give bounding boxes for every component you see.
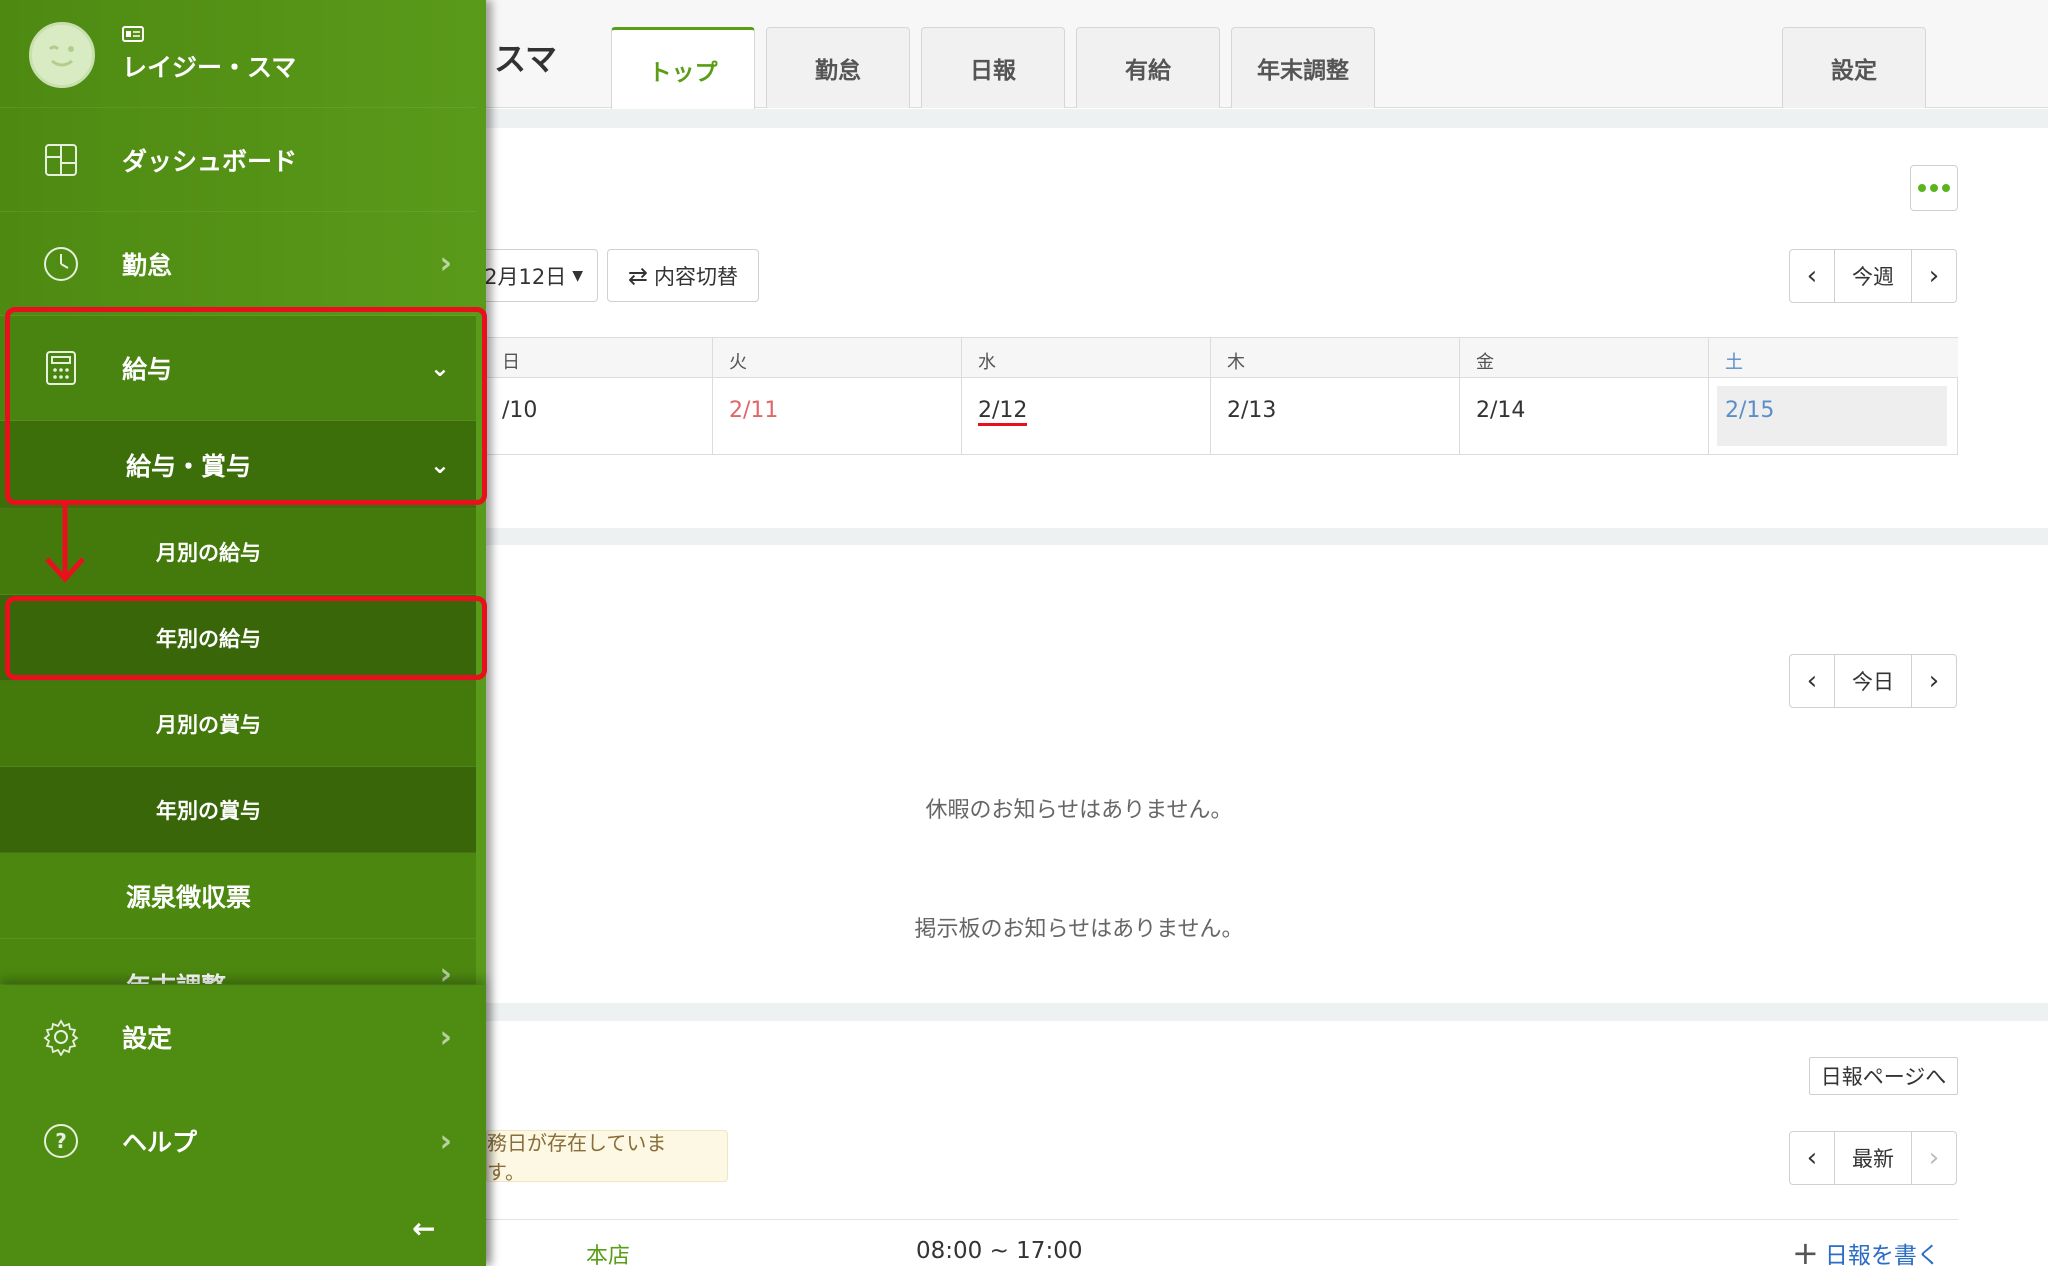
sidebar-item-label: 月別の給与 [156, 540, 261, 565]
svg-text:?: ? [55, 1129, 67, 1153]
weekday-header-saturday: 土 [1708, 338, 1958, 378]
plus-icon: + [1792, 1234, 1819, 1266]
no-leave-notice: 休暇のお知らせはありません。 [925, 798, 1233, 823]
daily-report-page-link[interactable]: 日報ページへ [1809, 1057, 1958, 1095]
collapse-sidebar-icon[interactable]: ← [412, 1212, 435, 1245]
saturday-date: 2/15 [1725, 398, 1775, 423]
this-week-button[interactable]: 今週 [1834, 250, 1912, 302]
sidebar-item-label: ヘルプ [122, 1128, 198, 1157]
swap-arrows-icon: ⇄ [627, 261, 649, 290]
avatar [29, 22, 95, 88]
sidebar-item-monthly-bonus[interactable]: 月別の賞与 [0, 681, 476, 767]
today-button[interactable]: 今日 [1834, 655, 1912, 707]
prev-report-button[interactable]: ‹ [1790, 1132, 1834, 1184]
latest-button[interactable]: 最新 [1834, 1132, 1912, 1184]
tab-year-end[interactable]: 年末調整 [1231, 27, 1375, 108]
today-date: 2/12 [978, 398, 1028, 426]
annotation-highlight-box [5, 307, 487, 505]
sidebar-item-label: 設定 [122, 1024, 173, 1053]
sidebar-item-withholding[interactable]: 源泉徴収票 [0, 853, 476, 939]
tab-paid-leave[interactable]: 有給 [1076, 27, 1220, 108]
calendar-day[interactable]: 2/13 [1210, 378, 1459, 455]
write-report-label: 日報を書く [1824, 1243, 1940, 1266]
day-pager: ‹ 今日 › [1789, 654, 1957, 708]
report-pager: ‹ 最新 › [1789, 1131, 1957, 1185]
prev-week-button[interactable]: ‹ [1790, 250, 1834, 302]
row-divider [486, 1219, 1958, 1220]
date-select[interactable]: 2月12日 ▼ [470, 249, 598, 302]
next-week-button[interactable]: › [1912, 250, 1956, 302]
clock-icon [42, 245, 80, 283]
calendar-panel [486, 128, 2048, 528]
store-name[interactable]: 本店 [586, 1238, 630, 1266]
chevron-right-icon: › [439, 246, 452, 281]
calendar-day-holiday[interactable]: 2/11 [712, 378, 961, 455]
weekday-header: 木 [1210, 338, 1459, 378]
sidebar-user-name: レイジー・スマ [122, 53, 297, 82]
warning-alert: 務日が存在しています。 [486, 1130, 728, 1184]
date-select-value: 2月12日 [484, 264, 567, 289]
weekday-header: 火 [712, 338, 961, 378]
more-dots-icon [1918, 184, 1950, 192]
tab-settings[interactable]: 設定 [1782, 27, 1926, 108]
work-hours: 08:00 ~ 17:00 [916, 1238, 1083, 1264]
tab-daily-report[interactable]: 日報 [921, 27, 1065, 108]
sidebar-item-label: 月別の賞与 [156, 712, 261, 737]
section-divider [486, 109, 2048, 128]
help-icon: ? [42, 1122, 80, 1160]
tab-attendance[interactable]: 勤怠 [766, 27, 910, 108]
caret-down-icon: ▼ [572, 267, 583, 284]
sidebar-item-dashboard[interactable]: ダッシュボード [0, 108, 476, 212]
sidebar-item-label: 年末調整 [126, 967, 226, 984]
sidebar-item-label: 源泉徴収票 [126, 882, 252, 912]
sidebar-item-settings[interactable]: 設定 › [0, 985, 476, 1089]
sidebar-item-attendance[interactable]: 勤怠 › [0, 212, 476, 316]
sidebar-item-year-end[interactable]: 年末調整 › [0, 939, 476, 985]
dashboard-icon [42, 141, 80, 179]
prev-day-button[interactable]: ‹ [1790, 655, 1834, 707]
sidebar-item-label: 年別の賞与 [156, 798, 261, 823]
annotation-arrow-down-icon [45, 505, 85, 583]
tab-top[interactable]: トップ [611, 27, 755, 109]
no-board-notice: 掲示板のお知らせはありません。 [914, 917, 1244, 942]
calendar-day-saturday[interactable]: 2/15 [1708, 378, 1958, 455]
weekday-header: 金 [1459, 338, 1708, 378]
chevron-right-icon: › [439, 957, 452, 985]
next-report-button[interactable]: › [1912, 1132, 1956, 1184]
wink-face-icon [48, 45, 74, 67]
gear-icon [42, 1018, 80, 1056]
annotation-highlight-box [5, 596, 487, 680]
id-card-icon [122, 26, 144, 42]
chevron-right-icon: › [439, 1019, 452, 1055]
next-day-button[interactable]: › [1912, 655, 1956, 707]
week-calendar: 日 火 水 木 金 土 /10 2/11 2/12 2/13 2/14 2/15 [486, 337, 1958, 455]
sidebar-item-yearly-bonus[interactable]: 年別の賞与 [0, 767, 476, 853]
write-report-link[interactable]: + 日報を書く [1792, 1236, 1940, 1266]
sidebar-item-help[interactable]: ? ヘルプ › [0, 1089, 476, 1193]
calendar-day[interactable]: /10 [486, 378, 712, 455]
toggle-content-button[interactable]: ⇄ 内容切替 [607, 249, 759, 302]
sidebar-drawer: レイジー・スマ ダッシュボード 勤怠 › 給与 ⌄ 給与・賞与 ⌄ 月別の給与 … [0, 0, 487, 1266]
section-divider [486, 1003, 2048, 1021]
header-user-name: スマ [494, 40, 558, 78]
sidebar-item-label: ダッシュボード [122, 146, 298, 176]
calendar-day[interactable]: 2/14 [1459, 378, 1708, 455]
sidebar-user[interactable]: レイジー・スマ [0, 0, 476, 108]
week-pager: ‹ 今週 › [1789, 249, 1957, 303]
toggle-content-label: 内容切替 [654, 264, 739, 289]
weekday-header: 水 [961, 338, 1210, 378]
weekday-header: 日 [486, 338, 712, 378]
more-options-button[interactable] [1910, 165, 1958, 211]
sidebar-item-label: 勤怠 [122, 250, 173, 280]
calendar-day-today[interactable]: 2/12 [961, 378, 1210, 455]
section-divider [486, 528, 2048, 545]
chevron-right-icon: › [439, 1123, 452, 1159]
